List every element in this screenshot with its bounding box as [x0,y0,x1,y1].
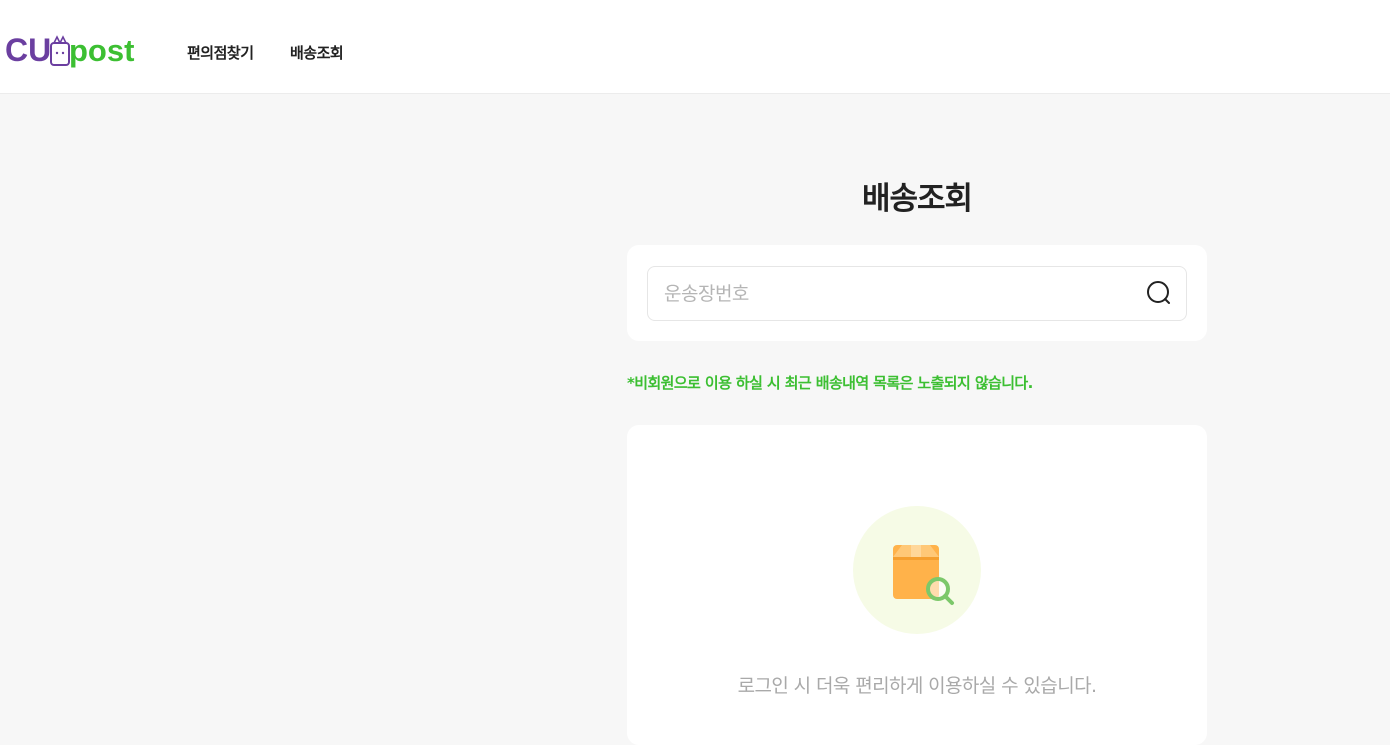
tracking-number-input[interactable] [664,267,1134,320]
search-card [627,245,1207,341]
page-title: 배송조회 [861,181,973,217]
cupost-logo[interactable]: CU post [5,33,140,69]
empty-state-card: 로그인 시 더욱 편리하게 이용하실 수 있습니다. [627,425,1207,745]
nav-store-finder[interactable]: 편의점찾기 [187,42,254,63]
search-box [647,266,1187,321]
svg-text:post: post [69,33,134,68]
search-icon[interactable] [1146,280,1172,306]
svg-text:CU: CU [5,33,51,68]
package-search-icon [853,506,981,634]
nav-delivery-tracking[interactable]: 배송조회 [290,42,344,63]
site-header: CU post 편의점찾기 배송조회 [0,0,1390,94]
login-suggestion-text: 로그인 시 더욱 편리하게 이용하실 수 있습니다. [737,675,1097,697]
non-member-notice: *비회원으로 이용 하실 시 최근 배송내역 목록은 노출되지 않습니다. [627,374,1033,392]
